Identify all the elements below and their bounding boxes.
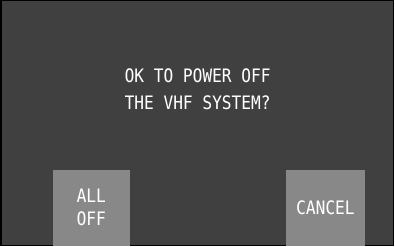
all-off-label-line-2: OFF	[76, 208, 107, 230]
confirmation-message: OK TO POWER OFF THE VHF SYSTEM?	[31, 63, 363, 117]
cancel-button[interactable]: CANCEL	[286, 170, 365, 246]
vhf-power-off-dialog: OK TO POWER OFF THE VHF SYSTEM? ALL OFF …	[0, 0, 394, 246]
all-off-label: ALL OFF	[77, 185, 106, 231]
message-line-2: THE VHF SYSTEM?	[124, 92, 271, 114]
cancel-label: CANCEL	[296, 196, 355, 219]
all-off-label-line-1: ALL	[76, 185, 107, 207]
message-line-1: OK TO POWER OFF	[124, 65, 271, 87]
all-off-button[interactable]: ALL OFF	[53, 170, 130, 246]
